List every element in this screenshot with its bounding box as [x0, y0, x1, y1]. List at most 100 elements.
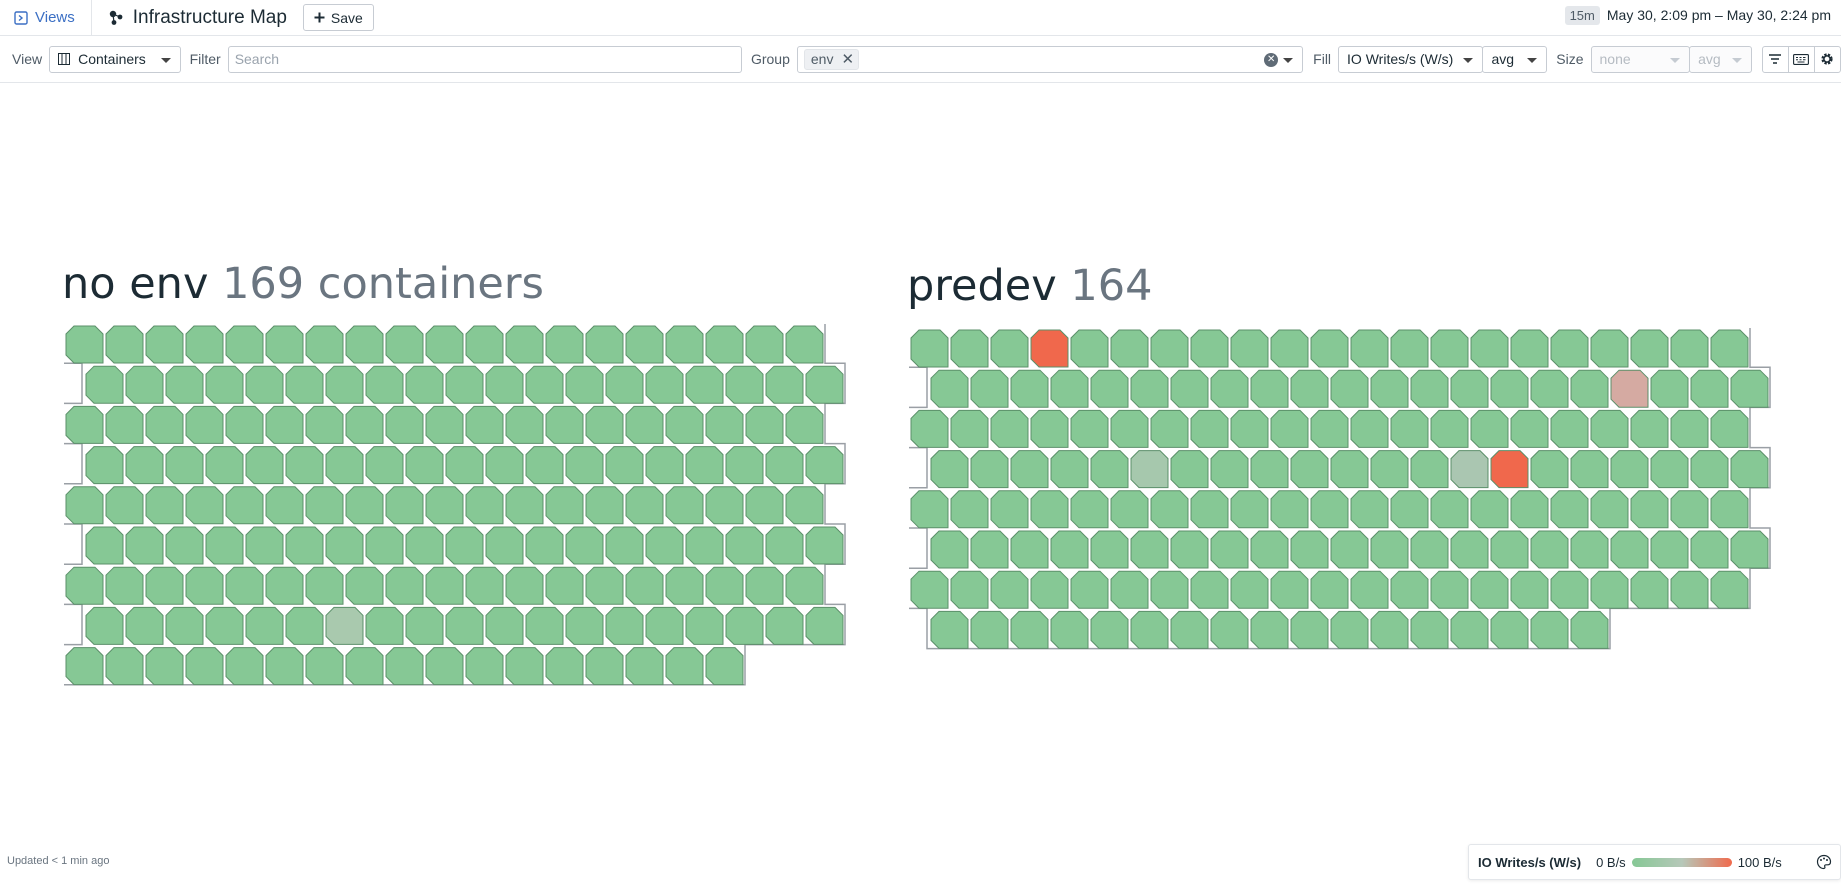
container-cell[interactable]: [1710, 329, 1749, 368]
container-cell[interactable]: [465, 325, 504, 364]
container-cell[interactable]: [505, 647, 544, 686]
container-cell[interactable]: [525, 606, 564, 645]
container-cell[interactable]: [445, 526, 484, 565]
container-cell[interactable]: [305, 486, 344, 525]
container-cell[interactable]: [930, 369, 969, 408]
container-cell[interactable]: [185, 405, 224, 444]
container-cell[interactable]: [1370, 369, 1409, 408]
container-cell[interactable]: [705, 647, 744, 686]
container-cell[interactable]: [105, 405, 144, 444]
container-cell[interactable]: [685, 606, 724, 645]
container-cell[interactable]: [305, 647, 344, 686]
container-cell[interactable]: [1290, 530, 1329, 569]
container-cell[interactable]: [1330, 450, 1369, 489]
container-cell[interactable]: [585, 647, 624, 686]
container-cell[interactable]: [625, 647, 664, 686]
container-cell[interactable]: [1090, 530, 1129, 569]
container-cell[interactable]: [1650, 369, 1689, 408]
container-cell[interactable]: [1150, 490, 1189, 529]
container-cell[interactable]: [605, 446, 644, 485]
container-cell[interactable]: [205, 606, 244, 645]
container-cell[interactable]: [990, 490, 1029, 529]
container-cell[interactable]: [1170, 530, 1209, 569]
container-cell[interactable]: [1390, 490, 1429, 529]
container-cell[interactable]: [405, 446, 444, 485]
container-cell[interactable]: [1590, 409, 1629, 448]
container-cell[interactable]: [785, 325, 824, 364]
clear-group-icon[interactable]: ✕: [1264, 52, 1279, 67]
container-cell[interactable]: [265, 566, 304, 605]
container-cell[interactable]: [1070, 490, 1109, 529]
container-cell[interactable]: [1310, 329, 1349, 368]
container-cell[interactable]: [485, 365, 524, 404]
container-cell[interactable]: [1010, 450, 1049, 489]
container-cell[interactable]: [625, 325, 664, 364]
container-cell[interactable]: [485, 526, 524, 565]
container-cell[interactable]: [1430, 570, 1469, 609]
container-cell[interactable]: [545, 486, 584, 525]
container-cell[interactable]: [425, 566, 464, 605]
container-cell[interactable]: [465, 486, 504, 525]
container-cell[interactable]: [765, 526, 804, 565]
container-cell[interactable]: [665, 566, 704, 605]
container-cell[interactable]: [525, 365, 564, 404]
container-cell[interactable]: [1230, 570, 1269, 609]
container-cell[interactable]: [285, 446, 324, 485]
container-cell[interactable]: [1370, 530, 1409, 569]
container-cell[interactable]: [645, 365, 684, 404]
container-cell[interactable]: [225, 325, 264, 364]
container-cell[interactable]: [950, 490, 989, 529]
container-cell[interactable]: [85, 365, 124, 404]
container-cell[interactable]: [745, 486, 784, 525]
container-cell[interactable]: [265, 647, 304, 686]
container-cell[interactable]: [785, 486, 824, 525]
container-cell[interactable]: [1190, 570, 1229, 609]
container-cell[interactable]: [505, 566, 544, 605]
container-cell[interactable]: [1590, 329, 1629, 368]
container-cell[interactable]: [930, 450, 969, 489]
container-cell[interactable]: [565, 606, 604, 645]
container-cell[interactable]: [665, 325, 704, 364]
container-cell[interactable]: [425, 486, 464, 525]
fill-aggregation-select[interactable]: avg: [1482, 45, 1548, 73]
container-cell[interactable]: [1330, 530, 1369, 569]
container-cell[interactable]: [1250, 369, 1289, 408]
container-cell[interactable]: [225, 647, 264, 686]
container-cell[interactable]: [125, 365, 164, 404]
container-cell[interactable]: [145, 325, 184, 364]
container-cell[interactable]: [1010, 610, 1049, 649]
container-cell[interactable]: [1030, 490, 1069, 529]
container-cell[interactable]: [1130, 610, 1169, 649]
container-cell[interactable]: [585, 566, 624, 605]
container-cell[interactable]: [285, 526, 324, 565]
container-cell[interactable]: [1190, 329, 1229, 368]
container-cell[interactable]: [745, 405, 784, 444]
container-cell[interactable]: [1290, 369, 1329, 408]
container-cell[interactable]: [65, 325, 104, 364]
container-cell[interactable]: [545, 325, 584, 364]
container-cell[interactable]: [365, 526, 404, 565]
container-cell[interactable]: [645, 446, 684, 485]
container-cell[interactable]: [665, 405, 704, 444]
container-cell[interactable]: [765, 606, 804, 645]
container-cell[interactable]: [990, 329, 1029, 368]
container-cell[interactable]: [325, 446, 364, 485]
container-cell[interactable]: [545, 566, 584, 605]
container-cell[interactable]: [1630, 409, 1669, 448]
keyboard-shortcuts-button[interactable]: [1787, 45, 1815, 73]
container-cell[interactable]: [1030, 329, 1069, 368]
container-cell[interactable]: [365, 365, 404, 404]
container-cell[interactable]: [65, 486, 104, 525]
container-cell[interactable]: [950, 570, 989, 609]
container-cell[interactable]: [1190, 490, 1229, 529]
container-cell[interactable]: [745, 325, 784, 364]
container-cell[interactable]: [950, 329, 989, 368]
container-cell[interactable]: [205, 526, 244, 565]
container-cell[interactable]: [605, 365, 644, 404]
container-cell[interactable]: [325, 365, 364, 404]
container-cell[interactable]: [1170, 450, 1209, 489]
container-cell[interactable]: [1050, 369, 1089, 408]
container-cell[interactable]: [1570, 530, 1609, 569]
container-cell[interactable]: [105, 486, 144, 525]
container-cell[interactable]: [1550, 329, 1589, 368]
